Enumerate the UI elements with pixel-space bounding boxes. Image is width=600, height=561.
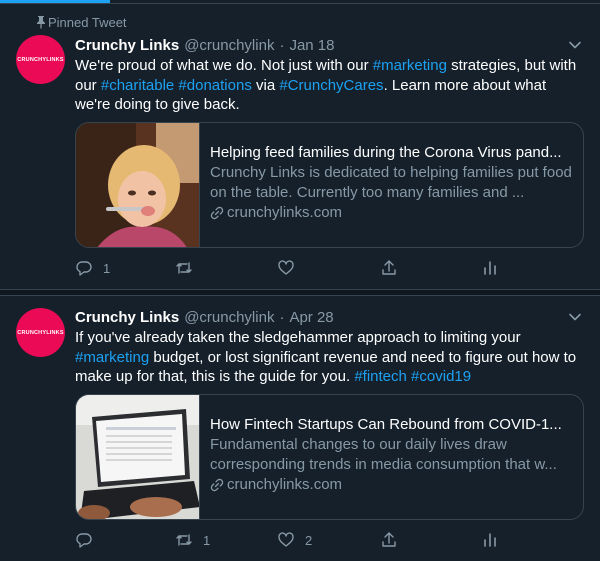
card-domain-text: crunchylinks.com bbox=[227, 476, 343, 493]
tweet-text: We're proud of what we do. Not just with… bbox=[75, 57, 577, 113]
avatar[interactable]: CRUNCHYLINKS bbox=[16, 35, 65, 84]
analytics-button[interactable] bbox=[481, 258, 499, 278]
avatar[interactable]: CRUNCHYLINKS bbox=[16, 308, 65, 357]
card-domain-text: crunchylinks.com bbox=[227, 204, 343, 221]
like-button[interactable] bbox=[277, 258, 305, 278]
tweet-separator bbox=[0, 289, 600, 296]
card-text: How Fintech Startups Can Rebound from CO… bbox=[210, 415, 574, 495]
link-card[interactable]: How Fintech Startups Can Rebound from CO… bbox=[75, 394, 584, 520]
tweet-pinned[interactable]: Pinned Tweet CRUNCHYLINKS Crunchy Links … bbox=[0, 4, 600, 289]
hashtag-link[interactable]: #marketing bbox=[373, 57, 447, 74]
analytics-icon bbox=[484, 533, 496, 547]
hashtag-link[interactable]: #marketing bbox=[75, 349, 149, 366]
like-count: 2 bbox=[305, 532, 313, 548]
avatar-logo-text: CRUNCHYLINKS bbox=[17, 56, 64, 63]
author-handle[interactable]: @crunchylink bbox=[184, 37, 274, 54]
heart-icon bbox=[278, 260, 294, 275]
retweet-button[interactable] bbox=[175, 258, 203, 278]
card-thumbnail bbox=[76, 123, 200, 247]
tweet-header: Crunchy Links @crunchylink · Jan 18 bbox=[75, 35, 335, 55]
child-eating-image bbox=[76, 123, 199, 247]
share-icon bbox=[382, 260, 396, 275]
author-name[interactable]: Crunchy Links bbox=[75, 37, 179, 54]
chevron-down-icon[interactable] bbox=[568, 310, 582, 324]
reply-button[interactable] bbox=[75, 530, 103, 550]
tweet-actions: 1 2 bbox=[75, 530, 505, 550]
analytics-icon bbox=[484, 261, 496, 275]
card-description: Fundamental changes to our daily lives d… bbox=[210, 436, 557, 473]
separator-dot: · bbox=[279, 36, 285, 54]
tweet-date[interactable]: Apr 28 bbox=[289, 309, 333, 326]
separator-dot: · bbox=[279, 308, 285, 326]
link-icon bbox=[210, 206, 224, 220]
card-thumbnail bbox=[76, 395, 200, 519]
reply-button[interactable]: 1 bbox=[75, 258, 110, 278]
heart-icon bbox=[278, 532, 294, 547]
reply-icon bbox=[76, 533, 92, 548]
chevron-down-icon[interactable] bbox=[568, 38, 582, 52]
hashtag-link[interactable]: #donations bbox=[178, 77, 251, 94]
laptop-image bbox=[76, 395, 199, 519]
card-title: How Fintech Startups Can Rebound from CO… bbox=[210, 416, 562, 433]
tweet[interactable]: CRUNCHYLINKS Crunchy Links @crunchylink … bbox=[0, 296, 600, 561]
hashtag-link[interactable]: #fintech bbox=[354, 368, 407, 385]
retweet-icon bbox=[176, 262, 192, 274]
hashtag-link[interactable]: #CrunchyCares bbox=[279, 77, 383, 94]
author-name[interactable]: Crunchy Links bbox=[75, 309, 179, 326]
pinned-label: Pinned Tweet bbox=[48, 14, 127, 30]
reply-icon bbox=[76, 261, 92, 276]
card-domain: crunchylinks.com bbox=[210, 203, 574, 223]
reply-count: 1 bbox=[103, 260, 111, 276]
tweet-text: If you've already taken the sledgehammer… bbox=[75, 329, 577, 385]
like-button[interactable]: 2 bbox=[277, 530, 312, 550]
card-title: Helping feed families during the Corona … bbox=[210, 144, 562, 161]
tweet-actions: 1 bbox=[75, 258, 505, 278]
link-icon bbox=[210, 478, 224, 492]
share-button[interactable] bbox=[380, 258, 398, 278]
card-domain: crunchylinks.com bbox=[210, 475, 574, 495]
analytics-button[interactable] bbox=[481, 530, 499, 550]
share-icon bbox=[382, 532, 396, 547]
tweet-header: Crunchy Links @crunchylink · Apr 28 bbox=[75, 307, 334, 327]
avatar-logo-text: CRUNCHYLINKS bbox=[17, 329, 64, 336]
hashtag-link[interactable]: #charitable bbox=[101, 77, 174, 94]
pinned-label-row: Pinned Tweet bbox=[37, 14, 127, 30]
retweet-icon bbox=[176, 534, 192, 546]
pin-icon bbox=[37, 16, 45, 29]
tweet-date[interactable]: Jan 18 bbox=[289, 37, 334, 54]
card-description: Crunchy Links is dedicated to helping fa… bbox=[210, 164, 572, 201]
link-card[interactable]: Helping feed families during the Corona … bbox=[75, 122, 584, 248]
card-text: Helping feed families during the Corona … bbox=[210, 143, 574, 223]
hashtag-link[interactable]: #covid19 bbox=[411, 368, 471, 385]
retweet-button[interactable]: 1 bbox=[175, 530, 210, 550]
retweet-count: 1 bbox=[203, 532, 211, 548]
share-button[interactable] bbox=[380, 530, 398, 550]
author-handle[interactable]: @crunchylink bbox=[184, 309, 274, 326]
